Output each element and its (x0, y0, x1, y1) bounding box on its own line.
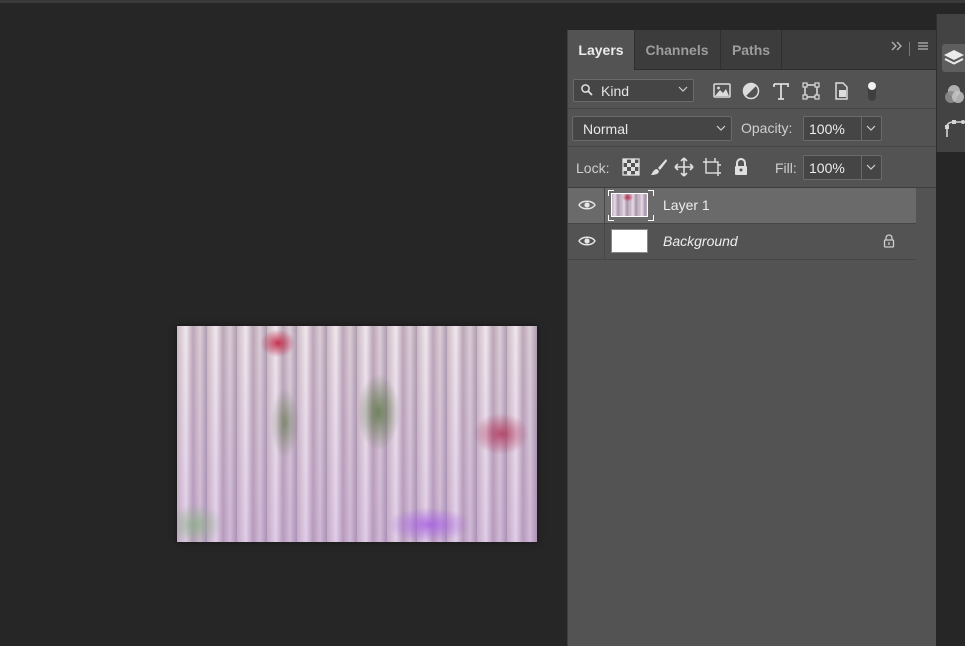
filter-row: Kind (568, 70, 936, 109)
chevron-down-icon[interactable] (866, 123, 876, 133)
document-canvas-image[interactable] (177, 326, 537, 542)
selection-corner (648, 190, 654, 196)
opacity-divider (861, 117, 862, 140)
eye-icon[interactable] (578, 198, 596, 212)
eye-divider (604, 188, 605, 223)
fill-label: Fill: (775, 160, 797, 176)
tab-paths[interactable]: Paths (721, 30, 782, 69)
paths-panel-icon (945, 120, 965, 137)
layer-name[interactable]: Background (663, 233, 738, 249)
filter-kind-select[interactable]: Kind (573, 79, 694, 102)
tab-bar-divider (909, 42, 910, 56)
chevron-down-icon (716, 125, 726, 131)
filter-kind-label: Kind (601, 83, 630, 99)
layer-row-background[interactable]: Background (568, 224, 916, 260)
fill-divider (861, 156, 862, 179)
layers-panel-button[interactable] (942, 44, 965, 72)
collapse-panel-button[interactable] (890, 39, 908, 59)
blend-mode-select[interactable]: Normal (572, 116, 732, 141)
smart-object-filter-icon[interactable] (831, 80, 851, 102)
lock-label: Lock: (576, 160, 610, 176)
fill-value: 100% (809, 160, 845, 176)
paths-panel-button[interactable] (942, 115, 965, 143)
lock-image-pixels-icon[interactable] (649, 157, 669, 177)
selection-corner (608, 215, 614, 221)
lock-artboard-icon[interactable] (702, 157, 722, 177)
opacity-label: Opacity: (741, 120, 793, 136)
eye-icon[interactable] (578, 234, 596, 248)
collapsed-panel-strip (936, 14, 965, 152)
layer-row-layer-1[interactable]: Layer 1 (568, 188, 916, 224)
chevron-down-icon (678, 86, 688, 92)
layer-name[interactable]: Layer 1 (663, 197, 710, 213)
top-border (0, 0, 965, 3)
hamburger-menu-icon (918, 42, 928, 50)
selection-corner (608, 190, 614, 196)
layers-panel-icon (944, 50, 964, 65)
tab-channels[interactable]: Channels (634, 30, 721, 69)
blend-opacity-row: Normal Opacity: 100% (568, 109, 936, 147)
eye-divider (604, 224, 605, 259)
lock-fill-row: Lock: Fill: 100% (568, 147, 936, 188)
panel-menu-button[interactable] (917, 39, 933, 59)
layer-thumbnail[interactable] (611, 229, 648, 253)
layers-panel: Layers Channels Paths Kind Normal Opacit… (567, 30, 936, 646)
adjustment-filter-icon[interactable] (741, 80, 761, 102)
opacity-value: 100% (809, 121, 845, 137)
filter-toggle-icon[interactable] (862, 80, 882, 102)
shape-filter-icon[interactable] (801, 80, 821, 102)
chevron-down-icon[interactable] (866, 162, 876, 172)
selection-corner (648, 215, 654, 221)
opacity-field[interactable]: 100% (803, 116, 882, 141)
lock-position-icon[interactable] (674, 157, 694, 177)
type-filter-icon[interactable] (771, 80, 791, 102)
layer-thumbnail[interactable] (611, 193, 648, 217)
lock-all-icon[interactable] (731, 157, 751, 177)
channels-panel-icon (945, 85, 964, 103)
search-icon (581, 84, 593, 96)
tab-layers[interactable]: Layers (568, 30, 635, 70)
blend-mode-label: Normal (583, 121, 629, 137)
image-filter-icon[interactable] (712, 80, 732, 102)
double-chevron-right-icon (891, 41, 902, 51)
lock-transparent-pixels-icon[interactable] (621, 157, 641, 177)
channels-panel-button[interactable] (942, 81, 965, 109)
fill-field[interactable]: 100% (803, 155, 882, 180)
panel-tab-bar: Layers Channels Paths (568, 30, 936, 70)
lock-icon[interactable] (883, 234, 895, 248)
